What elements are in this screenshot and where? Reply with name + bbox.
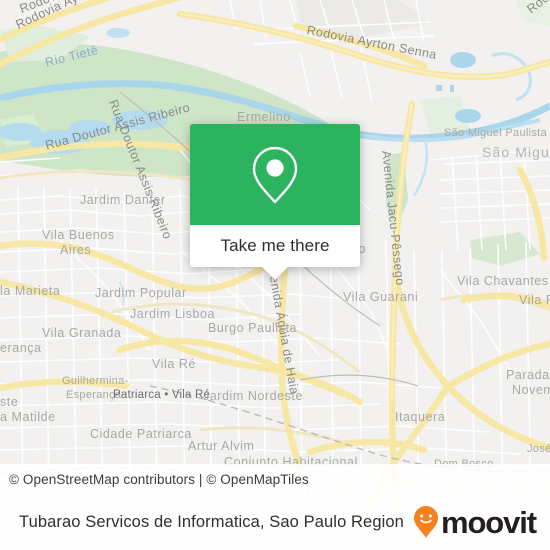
map-label: Vila Pre: [519, 293, 550, 307]
attribution-text[interactable]: © OpenStreetMap contributors | © OpenMap…: [9, 472, 309, 487]
map-label: Jardim Popular: [95, 286, 187, 300]
map-label: Vila Granada: [42, 326, 122, 340]
map-label: Cidade Patriarca: [90, 427, 192, 441]
map-label: erança: [0, 341, 42, 355]
map-label: Guilhermina-: [62, 375, 129, 387]
place-title: Tubarao Servicos de Informatica, Sao Pau…: [19, 512, 404, 531]
map-label: São Miguel: [482, 144, 550, 160]
location-popup-card[interactable]: Take me there: [190, 124, 360, 280]
moovit-wordmark: moovit: [440, 504, 537, 540]
map-attribution-bar: © OpenStreetMap contributors | © OpenMap…: [0, 464, 550, 494]
screenshot-root: Rodovia ARodovia Ayrton SennaRio TietêRo…: [0, 0, 550, 550]
map-label: Jardim Nordeste: [203, 389, 303, 403]
map-label: Novem: [512, 383, 550, 397]
map-label: São Miguel Paulista: [444, 127, 547, 139]
footer-bar: Tubarao Servicos de Informatica, Sao Pau…: [0, 494, 550, 550]
map-label: Vila Chavantes: [457, 274, 549, 288]
map-label: Aires: [60, 243, 92, 257]
take-me-there-label: Take me there: [220, 236, 330, 255]
popup-action-bar[interactable]: Take me there: [190, 225, 360, 280]
moovit-logo[interactable]: moovit: [413, 504, 537, 540]
map-label: Burgo Paulista: [208, 321, 297, 335]
popup-image-area: [190, 124, 360, 225]
map-label: Vila Ré: [152, 357, 196, 371]
map-label: Artur Alvim: [188, 439, 255, 453]
map-label: Vila Guarani: [343, 290, 419, 304]
map-label: José B: [527, 443, 550, 455]
moovit-pin-smiley-icon: [413, 506, 438, 538]
map-label: Jardim Danfer: [80, 193, 166, 207]
popup-pointer-tail: [262, 267, 288, 280]
map-pin-icon: [252, 146, 298, 203]
map-label: la Marieta: [0, 284, 61, 298]
map-label: Itaquera: [395, 410, 446, 424]
map-label: a Matilde: [0, 410, 56, 424]
map-label: Vila Buenos: [42, 228, 115, 242]
map-label: ste: [0, 395, 19, 409]
map-label: Ermelino: [237, 110, 291, 124]
map-label: Jardim Lisboa: [130, 307, 215, 321]
map-label: Patriarca • Vila Ré: [113, 389, 211, 401]
map-label: Parada X: [506, 368, 550, 382]
